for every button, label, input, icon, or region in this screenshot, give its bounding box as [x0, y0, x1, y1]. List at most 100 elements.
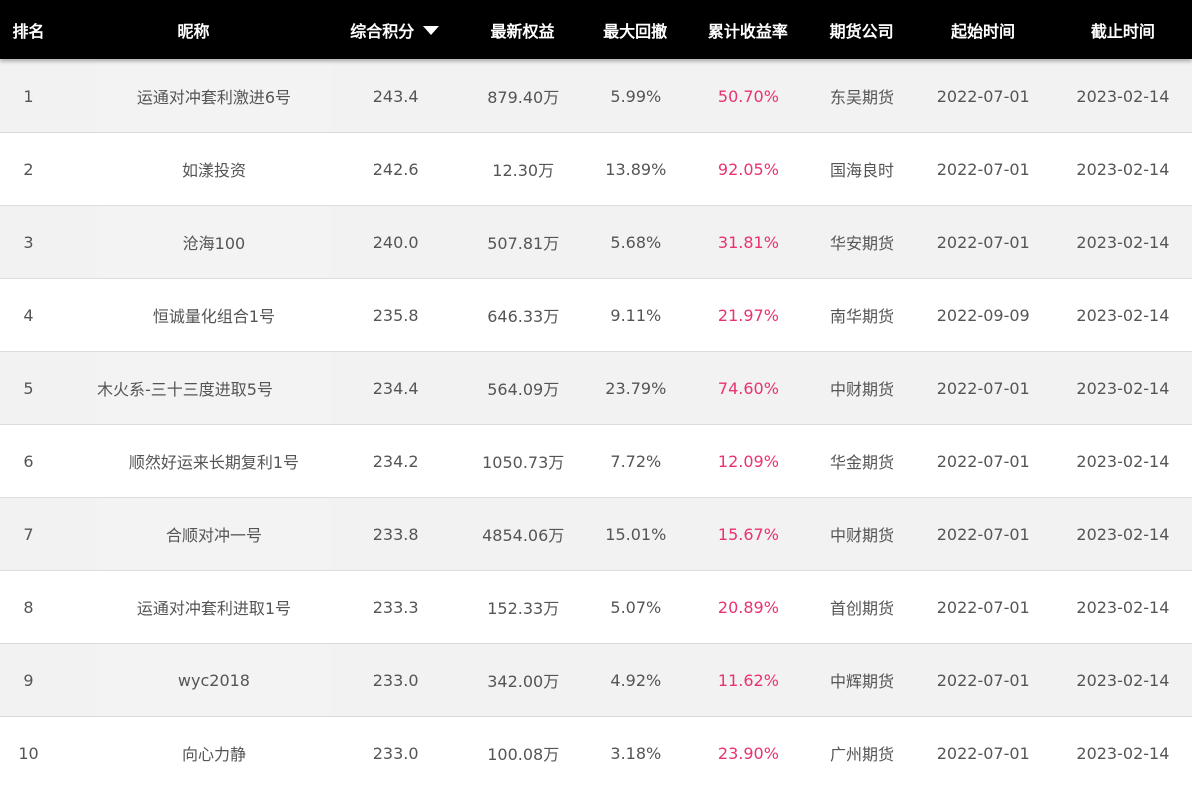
cell-nickname[interactable]: 运通对冲套利进取1号 — [97, 571, 331, 643]
cell-nickname[interactable]: 恒诚量化组合1号 — [97, 279, 331, 351]
cell-return: 12.09% — [717, 451, 779, 471]
cell-company: 东吴期货 — [829, 88, 894, 107]
cell-start-time: 2022-07-01 — [936, 743, 1030, 763]
table-row[interactable]: 9 wyc2018 233.0 342.00万 4.92% 11.62% 中辉期… — [0, 644, 1192, 717]
cell-end-time: 2023-02-14 — [1076, 86, 1170, 106]
cell-end-time: 2023-02-14 — [1076, 159, 1170, 179]
cell-drawdown: 3.18% — [610, 743, 662, 763]
table-header: 排名 昵称 综合积分 最新权益 最大回撤 累计收益率 期货公司 起始时间 截止时… — [0, 0, 1192, 59]
cell-return: 15.67% — [717, 524, 779, 544]
cell-nickname[interactable]: 合顺对冲一号 — [97, 498, 331, 570]
cell-rank: 2 — [23, 159, 34, 179]
table-row[interactable]: 6 顺然好运来长期复利1号 234.2 1050.73万 7.72% 12.09… — [0, 425, 1192, 498]
cell-equity: 12.30万 — [492, 161, 555, 180]
cell-company: 中财期货 — [829, 526, 894, 545]
cell-rank: 10 — [18, 743, 39, 763]
cell-nickname[interactable]: 向心力静 — [97, 717, 331, 787]
table-body: 1 运通对冲套利激进6号 243.4 879.40万 5.99% 50.70% … — [0, 60, 1192, 787]
cell-rank: 1 — [23, 86, 34, 106]
cell-equity: 152.33万 — [487, 599, 560, 618]
cell-score: 242.6 — [372, 159, 419, 179]
cell-nickname[interactable]: 如漾投资 — [97, 133, 331, 205]
cell-company: 中辉期货 — [829, 672, 894, 691]
cell-end-time: 2023-02-14 — [1076, 670, 1170, 690]
cell-nickname[interactable]: 沧海100 — [97, 206, 331, 278]
cell-rank: 6 — [23, 451, 34, 471]
cell-score: 234.4 — [372, 378, 419, 398]
cell-nickname[interactable]: 运通对冲套利激进6号 — [97, 60, 331, 132]
cell-end-time: 2023-02-14 — [1076, 451, 1170, 471]
header-drawdown[interactable]: 最大回撤 — [585, 18, 685, 42]
cell-end-time: 2023-02-14 — [1076, 524, 1170, 544]
table-row[interactable]: 4 恒诚量化组合1号 235.8 646.33万 9.11% 21.97% 南华… — [0, 279, 1192, 352]
cell-equity: 100.08万 — [487, 745, 560, 764]
cell-return: 21.97% — [717, 305, 779, 325]
cell-start-time: 2022-07-01 — [936, 451, 1030, 471]
cell-equity: 507.81万 — [487, 234, 560, 253]
cell-rank: 8 — [23, 597, 34, 617]
header-start-time[interactable]: 起始时间 — [912, 18, 1053, 42]
header-score[interactable]: 综合积分 — [330, 18, 460, 42]
cell-end-time: 2023-02-14 — [1076, 378, 1170, 398]
cell-drawdown: 4.92% — [610, 670, 662, 690]
cell-drawdown: 9.11% — [610, 305, 662, 325]
cell-rank: 3 — [23, 232, 34, 252]
table-row[interactable]: 2 如漾投资 242.6 12.30万 13.89% 92.05% 国海良时 2… — [0, 133, 1192, 206]
cell-return: 31.81% — [717, 232, 779, 252]
cell-company: 广州期货 — [829, 745, 894, 764]
cell-equity: 879.40万 — [487, 88, 560, 107]
cell-equity: 1050.73万 — [482, 453, 565, 472]
cell-company: 中财期货 — [829, 380, 894, 399]
header-company[interactable]: 期货公司 — [811, 18, 913, 42]
cell-score: 240.0 — [372, 232, 419, 252]
cell-return: 50.70% — [717, 86, 779, 106]
cell-company: 华安期货 — [829, 234, 894, 253]
cell-equity: 342.00万 — [487, 672, 560, 691]
cell-start-time: 2022-07-01 — [936, 524, 1030, 544]
cell-start-time: 2022-07-01 — [936, 378, 1030, 398]
cell-score: 235.8 — [372, 305, 419, 325]
cell-company: 南华期货 — [829, 307, 894, 326]
cell-score: 233.0 — [372, 670, 419, 690]
cell-end-time: 2023-02-14 — [1076, 743, 1170, 763]
table-row[interactable]: 1 运通对冲套利激进6号 243.4 879.40万 5.99% 50.70% … — [0, 60, 1192, 133]
cell-return: 74.60% — [717, 378, 779, 398]
header-return[interactable]: 累计收益率 — [685, 18, 811, 42]
cell-nickname[interactable]: 顺然好运来长期复利1号 — [97, 425, 331, 497]
header-nickname[interactable]: 昵称 — [57, 18, 330, 42]
table-row[interactable]: 8 运通对冲套利进取1号 233.3 152.33万 5.07% 20.89% … — [0, 571, 1192, 644]
cell-drawdown: 5.68% — [610, 232, 662, 252]
cell-score: 233.0 — [372, 743, 419, 763]
cell-drawdown: 5.99% — [610, 86, 662, 106]
cell-end-time: 2023-02-14 — [1076, 597, 1170, 617]
header-equity[interactable]: 最新权益 — [460, 18, 586, 42]
cell-drawdown: 15.01% — [605, 524, 667, 544]
cell-start-time: 2022-07-01 — [936, 232, 1030, 252]
cell-end-time: 2023-02-14 — [1076, 232, 1170, 252]
cell-start-time: 2022-07-01 — [936, 86, 1030, 106]
cell-nickname[interactable]: wyc2018 — [97, 644, 331, 716]
table-row[interactable]: 7 合顺对冲一号 233.8 4854.06万 15.01% 15.67% 中财… — [0, 498, 1192, 571]
cell-score: 243.4 — [372, 86, 419, 106]
sort-desc-icon[interactable] — [423, 25, 440, 35]
cell-end-time: 2023-02-14 — [1076, 305, 1170, 325]
table-row[interactable]: 10 向心力静 233.0 100.08万 3.18% 23.90% 广州期货 … — [0, 717, 1192, 787]
cell-return: 23.90% — [717, 743, 779, 763]
cell-company: 华金期货 — [829, 453, 894, 472]
cell-company: 国海良时 — [829, 161, 894, 180]
cell-nickname[interactable]: 木火系-三十三度进取5号 — [97, 352, 331, 424]
header-end-time[interactable]: 截止时间 — [1054, 18, 1192, 42]
cell-rank: 9 — [23, 670, 34, 690]
table-row[interactable]: 3 沧海100 240.0 507.81万 5.68% 31.81% 华安期货 … — [0, 206, 1192, 279]
cell-return: 92.05% — [717, 159, 779, 179]
cell-rank: 4 — [23, 305, 34, 325]
cell-score: 233.3 — [372, 597, 419, 617]
cell-equity: 646.33万 — [487, 307, 560, 326]
cell-rank: 7 — [23, 524, 34, 544]
ranking-table: 排名 昵称 综合积分 最新权益 最大回撤 累计收益率 期货公司 起始时间 截止时… — [0, 0, 1192, 787]
header-score-label: 综合积分 — [350, 21, 415, 41]
table-row[interactable]: 5 木火系-三十三度进取5号 234.4 564.09万 23.79% 74.6… — [0, 352, 1192, 425]
cell-equity: 4854.06万 — [482, 526, 565, 545]
header-rank[interactable]: 排名 — [0, 18, 57, 42]
cell-return: 20.89% — [717, 597, 779, 617]
